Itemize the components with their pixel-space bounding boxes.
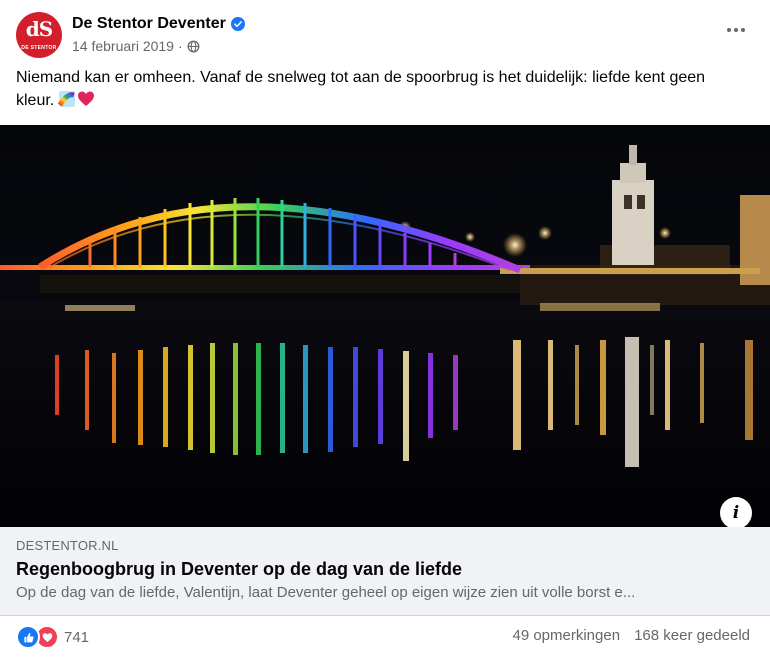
info-icon[interactable]: i [720, 497, 752, 527]
link-domain: DESTENTOR.NL [16, 538, 119, 553]
post-text: Niemand kan er omheen. Vanaf de snelweg … [16, 66, 736, 112]
verified-badge-icon [230, 17, 245, 31]
avatar-logo-text: DE STENTOR [21, 45, 57, 51]
post-photo[interactable]: i [0, 125, 770, 527]
like-reaction-icon [16, 625, 40, 649]
post-header: dS DE STENTOR De Stentor Deventer 14 feb… [16, 12, 754, 58]
reaction-count[interactable]: 741 [64, 629, 89, 646]
link-preview[interactable]: DESTENTOR.NL Regenboogbrug in Deventer o… [0, 527, 770, 616]
shares-count[interactable]: 168 keer gedeeld [634, 627, 750, 644]
page-name[interactable]: De Stentor Deventer [72, 15, 245, 33]
avatar-logo-mark: dS [25, 17, 53, 41]
page-avatar[interactable]: dS DE STENTOR [16, 12, 62, 58]
post-meta: 14 februari 2019 · [72, 38, 200, 54]
post-stats: 741 49 opmerkingen 168 keer gedeeld [16, 622, 750, 649]
link-description: Op de dag van de liefde, Valentijn, laat… [16, 584, 636, 601]
red-heart-emoji-icon [78, 91, 95, 106]
globe-icon [187, 40, 200, 52]
page-name-label[interactable]: De Stentor Deventer [72, 15, 226, 33]
engagement-counts: 49 opmerkingen 168 keer gedeeld [512, 627, 750, 644]
facebook-post: dS DE STENTOR De Stentor Deventer 14 feb… [0, 0, 770, 660]
rainbow-emoji-icon [58, 91, 76, 107]
comments-count[interactable]: 49 opmerkingen [512, 627, 620, 644]
reactions-summary[interactable]: 741 [16, 625, 89, 649]
meta-separator: · [177, 38, 183, 54]
post-body-text: Niemand kan er omheen. Vanaf de snelweg … [16, 69, 706, 109]
post-date[interactable]: 14 februari 2019 [72, 38, 174, 54]
bridge-night-photo [0, 125, 770, 527]
more-options-icon[interactable] [722, 20, 750, 40]
link-title[interactable]: Regenboogbrug in Deventer op de dag van … [16, 559, 462, 580]
